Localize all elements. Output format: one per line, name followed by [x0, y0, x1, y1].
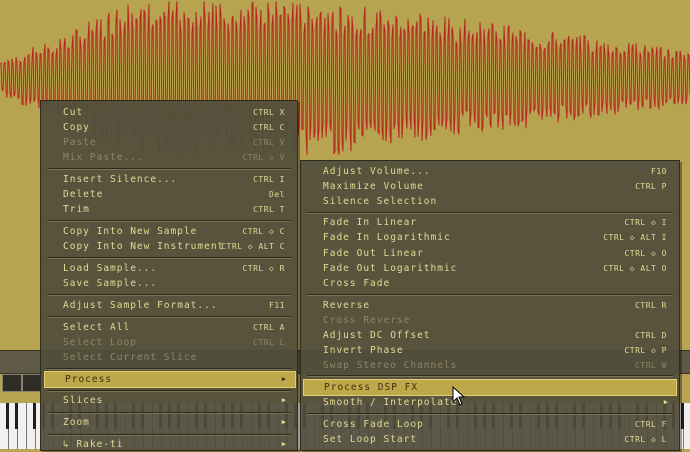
menu-separator [307, 294, 673, 296]
menu-separator [47, 316, 291, 318]
submenu-item-fade-out-linear[interactable]: Fade Out Linear CTRL ◇ O [303, 246, 677, 261]
submenu-item-adjust-dc-offset[interactable]: Adjust DC Offset CTRL D [303, 328, 677, 343]
menu-item-load-sample[interactable]: Load Sample... CTRL ◇ R [43, 261, 295, 276]
menu-item-mix-paste[interactable]: Mix Paste... CTRL ◇ V [43, 150, 295, 165]
menu-separator [47, 220, 291, 222]
submenu-item-process-dsp-fx[interactable]: Process DSP FX [303, 379, 677, 396]
zoom-in-button[interactable] [22, 374, 42, 392]
menu-separator [47, 434, 291, 436]
piano-white-key[interactable] [18, 403, 27, 449]
submenu-arrow-icon: ▶ [281, 396, 287, 404]
piano-white-key[interactable] [684, 403, 690, 449]
menu-item-select-all[interactable]: Select All CTRL A [43, 320, 295, 335]
menu-separator [47, 412, 291, 414]
menu-item-copy-into-new-sample[interactable]: Copy Into New Sample CTRL ◇ C [43, 224, 295, 239]
submenu-item-fade-in-logarithmic[interactable]: Fade In Logarithmic CTRL ◇ ALT I [303, 230, 677, 245]
menu-separator [47, 368, 291, 370]
submenu-item-cross-reverse[interactable]: Cross Reverse [303, 313, 677, 328]
menu-item-process[interactable]: Process ▶ [44, 371, 296, 388]
submenu-arrow-icon: ▶ [281, 418, 287, 426]
menu-separator [307, 413, 673, 415]
submenu-item-fade-in-linear[interactable]: Fade In Linear CTRL ◇ I [303, 215, 677, 230]
menu-separator [47, 257, 291, 259]
menu-item-trim[interactable]: Trim CTRL T [43, 202, 295, 217]
menu-item-adjust-sample-format[interactable]: Adjust Sample Format... F11 [43, 298, 295, 313]
menu-item-insert-silence[interactable]: Insert Silence... CTRL I [43, 172, 295, 187]
sample-editor-context-menu: Cut CTRL X Copy CTRL C Paste CTRL V Mix Pas… [40, 100, 298, 451]
submenu-item-reverse[interactable]: Reverse CTRL R [303, 298, 677, 313]
menu-item-zoom[interactable]: Zoom ▶ [43, 415, 295, 430]
menu-item-select-loop[interactable]: Select Loop CTRL L [43, 335, 295, 350]
submenu-item-smooth-interpolate[interactable]: Smooth / Interpolate ▶ [303, 395, 677, 410]
menu-item-paste[interactable]: Paste CTRL V [43, 135, 295, 150]
menu-item-cut[interactable]: Cut CTRL X [43, 105, 295, 120]
submenu-item-invert-phase[interactable]: Invert Phase CTRL ◇ P [303, 343, 677, 358]
menu-item-save-sample[interactable]: Save Sample... [43, 276, 295, 291]
menu-item-select-current-slice[interactable]: Select Current Slice [43, 350, 295, 365]
menu-separator [47, 390, 291, 392]
zoom-out-button[interactable] [2, 374, 22, 392]
submenu-item-set-loop-start[interactable]: Set Loop Start CTRL ◇ L [303, 432, 677, 447]
menu-item-copy-into-new-instrument[interactable]: Copy Into New Instrument CTRL ◇ ALT C [43, 239, 295, 254]
submenu-item-maximize-volume[interactable]: Maximize Volume CTRL P [303, 179, 677, 194]
menu-item-delete[interactable]: Delete Del [43, 187, 295, 202]
submenu-item-cross-fade[interactable]: Cross Fade [303, 276, 677, 291]
submenu-arrow-icon: ▶ [281, 440, 287, 448]
mouse-pointer-icon [452, 386, 466, 406]
menu-item-copy[interactable]: Copy CTRL C [43, 120, 295, 135]
submenu-item-silence-selection[interactable]: Silence Selection [303, 194, 677, 209]
menu-item-slices[interactable]: Slices ▶ [43, 393, 295, 408]
submenu-item-cross-fade-loop[interactable]: Cross Fade Loop CTRL F [303, 417, 677, 432]
menu-item-tool-script[interactable]: ↳ Rake-ti ▶ [43, 437, 295, 452]
process-submenu: Adjust Volume... F10 Maximize Volume CTRL … [300, 160, 680, 451]
menu-separator [47, 168, 291, 170]
submenu-arrow-icon: ▶ [663, 398, 669, 406]
menu-separator [307, 212, 673, 214]
submenu-item-swap-stereo-channels[interactable]: Swap Stereo Channels CTRL W [303, 358, 677, 373]
submenu-item-adjust-volume[interactable]: Adjust Volume... F10 [303, 164, 677, 179]
menu-separator [47, 294, 291, 296]
submenu-arrow-icon: ▶ [281, 375, 287, 383]
submenu-item-fade-out-logarithmic[interactable]: Fade Out Logarithmic CTRL ◇ ALT O [303, 261, 677, 276]
menu-separator [307, 375, 673, 377]
